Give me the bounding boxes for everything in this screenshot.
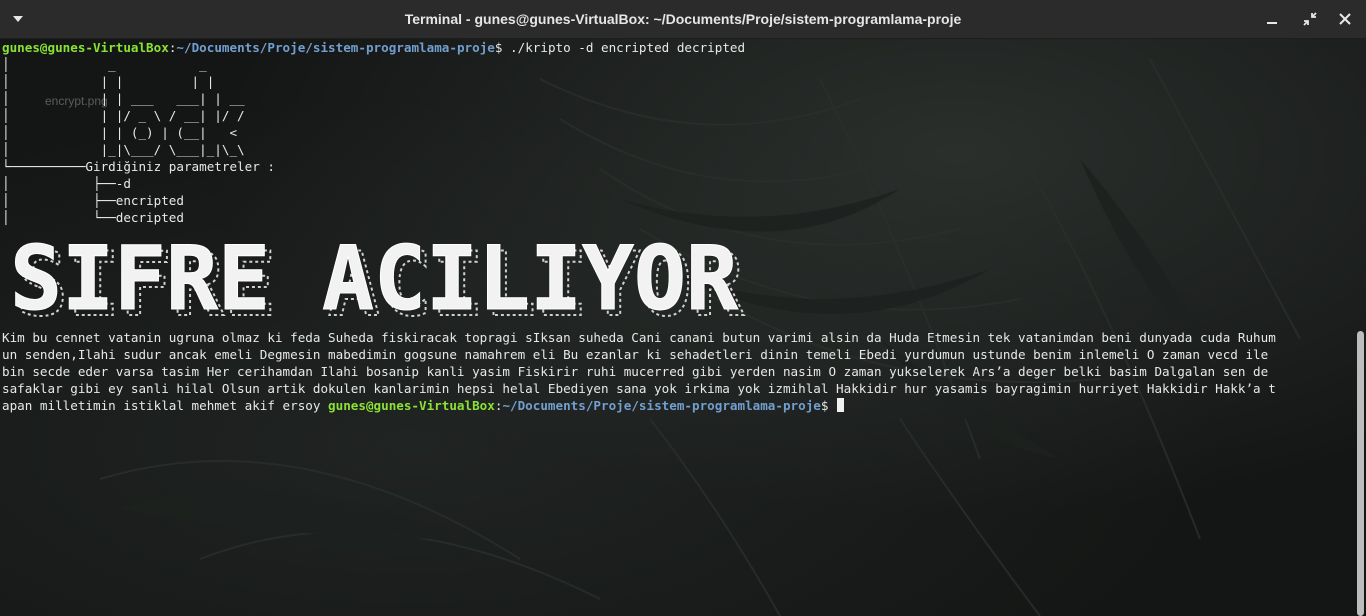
- ascii-logo-line: │ |_|\___/ \___|_|\_\: [2, 142, 245, 157]
- decrypted-text-line: un senden,Ilahi sudur ancak emeli Degmes…: [2, 347, 1269, 362]
- prompt-path: ~/Documents/Proje/sistem-programlama-pro…: [502, 398, 821, 413]
- tree-line: │ ├──encripted: [2, 193, 184, 208]
- minimize-button[interactable]: [1262, 9, 1282, 29]
- tree-line: │ ├──-d: [2, 176, 131, 191]
- sifre-aciliyor-banner: SIFRE ACILIYOR SIFRE ACILIYOR: [10, 227, 746, 329]
- banner-text: SIFRE ACILIYOR: [10, 227, 738, 328]
- close-icon: [1339, 13, 1351, 25]
- text-cursor: [837, 398, 845, 412]
- command-line: gunes@gunes-VirtualBox:~/Documents/Proje…: [2, 39, 745, 56]
- decrypted-text-line: safaklar gibi ey sanli hilal Olsun artik…: [2, 381, 1276, 396]
- tree-line: └──────────Girdiğiniz parametreler :: [2, 159, 275, 174]
- command-text: ./kripto -d encripted decripted: [502, 40, 746, 55]
- decrypted-text-line: Kim bu cennet vatanin ugruna olmaz ki fe…: [2, 330, 1276, 345]
- ascii-logo-line: │ | |/ _ \ / __| |/ /: [2, 108, 245, 123]
- terminal-view[interactable]: encrypt.png gunes@gunes-VirtualBox:~/Doc…: [0, 39, 1366, 616]
- title-bar: Terminal - gunes@gunes-VirtualBox: ~/Doc…: [0, 0, 1366, 39]
- prompt-user-host: gunes@gunes-VirtualBox: [328, 398, 495, 413]
- scrollbar-thumb[interactable]: [1357, 331, 1364, 616]
- minimize-icon: [1267, 22, 1277, 24]
- ascii-logo-line: │ | | ___ ___| | __: [2, 91, 245, 106]
- maximize-button[interactable]: [1300, 9, 1320, 29]
- window-title: Terminal - gunes@gunes-VirtualBox: ~/Doc…: [404, 11, 962, 27]
- prompt-path: ~/Documents/Proje/sistem-programlama-pro…: [176, 40, 495, 55]
- final-prompt-line: apan milletimin istiklal mehmet akif ers…: [2, 397, 845, 414]
- close-button[interactable]: [1335, 9, 1355, 29]
- ascii-logo-line: │ | | | |: [2, 74, 215, 89]
- prompt-user-host: gunes@gunes-VirtualBox: [2, 40, 169, 55]
- ascii-logo-line: │ | | (_) | (__| <: [2, 125, 238, 140]
- scrollbar[interactable]: [1356, 39, 1366, 616]
- ascii-logo-line: │ _ _: [2, 57, 207, 72]
- prompt-symbol: $: [820, 398, 829, 413]
- decrypted-text-last: apan milletimin istiklal mehmet akif ers…: [2, 398, 329, 413]
- decrypted-text-line: bin secde eder varsa tasim Her cerihamda…: [2, 364, 1269, 379]
- restore-icon: [1303, 12, 1317, 26]
